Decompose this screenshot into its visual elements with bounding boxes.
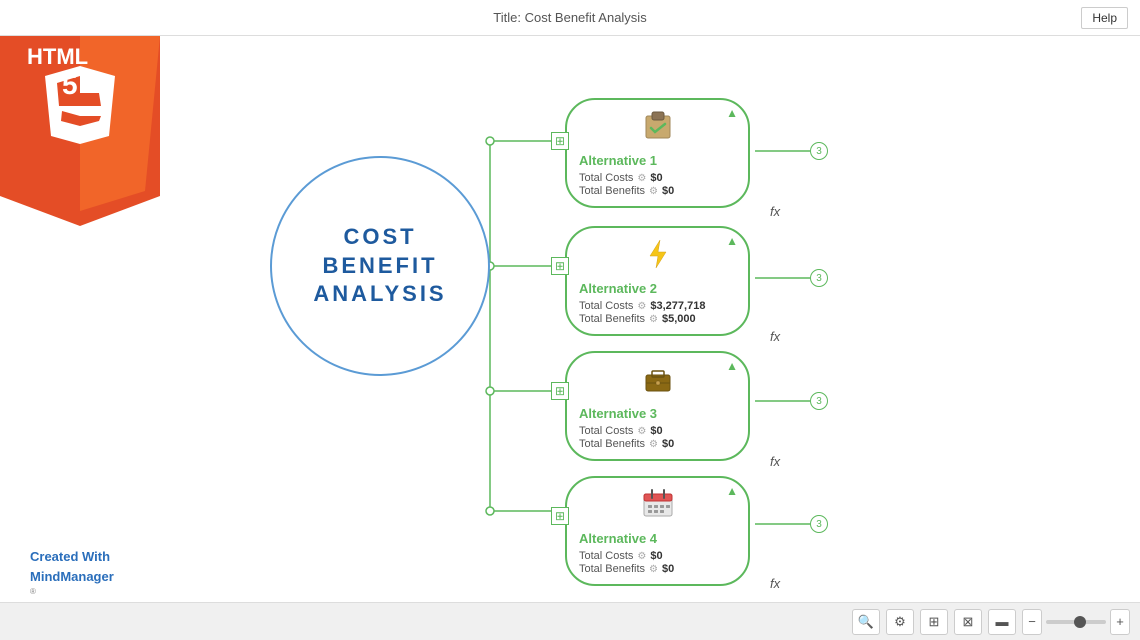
alt4-icon	[579, 486, 736, 529]
created-with-label: Created With	[30, 547, 114, 567]
toolbar: 🔍 ⚙ ⊞ ⊠ ▬ − +	[0, 602, 1140, 640]
alt1-costs-row: Total Costs ⚙ $0	[579, 172, 736, 184]
alt1-fx: fx	[770, 204, 780, 219]
alt4-fx: fx	[770, 576, 780, 591]
slider-track[interactable]	[1046, 620, 1106, 624]
alt3-benefits-label: Total Benefits	[579, 438, 645, 450]
svg-text:HTML: HTML	[27, 44, 88, 69]
alt-node-2[interactable]: ▲ Alternative 2 Total Costs ⚙ $3,277,718…	[565, 226, 750, 336]
alt4-benefits-row: Total Benefits ⚙ $0	[579, 563, 736, 575]
alt1-costs-label: Total Costs	[579, 172, 633, 184]
alt3-arrow: ▲	[726, 359, 738, 373]
central-text: COST BENEFIT ANALYSIS	[313, 223, 446, 309]
alt2-costs-row: Total Costs ⚙ $3,277,718	[579, 300, 736, 312]
alt4-costs-row: Total Costs ⚙ $0	[579, 550, 736, 562]
alt3-icon	[579, 361, 736, 404]
settings-button[interactable]: ⚙	[886, 609, 914, 635]
alt3-costs-gear: ⚙	[637, 426, 646, 437]
alt2-expand[interactable]	[551, 257, 569, 275]
mindmanager-label: MindManager®	[30, 567, 114, 599]
created-with: Created With MindManager®	[30, 547, 114, 598]
alt2-costs-value: $3,277,718	[650, 300, 705, 312]
alt4-costs-label: Total Costs	[579, 550, 633, 562]
alt4-expand[interactable]	[551, 507, 569, 525]
alt2-benefits-gear: ⚙	[649, 314, 658, 325]
alt3-costs-label: Total Costs	[579, 425, 633, 437]
alt1-costs-gear: ⚙	[637, 173, 646, 184]
alt4-badge: 3	[810, 515, 828, 533]
alt2-badge: 3	[810, 269, 828, 287]
alt3-costs-row: Total Costs ⚙ $0	[579, 425, 736, 437]
expand-all-button[interactable]: ⊠	[954, 609, 982, 635]
alt1-costs-value: $0	[650, 172, 662, 184]
header-title: Title: Cost Benefit Analysis	[493, 10, 646, 25]
alt-node-1[interactable]: ▲ Alternative 1 Total Costs ⚙ $0 Total B…	[565, 98, 750, 208]
alt2-fx: fx	[770, 329, 780, 344]
alt3-benefits-gear: ⚙	[649, 439, 658, 450]
main-canvas: COST BENEFIT ANALYSIS ▲ Alternative 1 To…	[0, 36, 1140, 602]
grid-button[interactable]: ⊞	[920, 609, 948, 635]
zoom-slider[interactable]: − +	[1022, 609, 1130, 635]
alt3-benefits-value: $0	[662, 438, 674, 450]
alt3-expand[interactable]	[551, 382, 569, 400]
alt3-costs-value: $0	[650, 425, 662, 437]
search-button[interactable]: 🔍	[852, 609, 880, 635]
alt3-fx: fx	[770, 454, 780, 469]
alt4-benefits-gear: ⚙	[649, 564, 658, 575]
zoom-out-button[interactable]: −	[1022, 609, 1042, 635]
header: Title: Cost Benefit Analysis Help	[0, 0, 1140, 36]
svg-text:5: 5	[62, 69, 78, 100]
alt1-benefits-value: $0	[662, 185, 674, 197]
alt1-benefits-row: Total Benefits ⚙ $0	[579, 185, 736, 197]
alt1-icon	[579, 108, 736, 151]
alt4-costs-value: $0	[650, 550, 662, 562]
alt2-benefits-label: Total Benefits	[579, 313, 645, 325]
alt4-benefits-value: $0	[662, 563, 674, 575]
alt1-benefits-label: Total Benefits	[579, 185, 645, 197]
help-button[interactable]: Help	[1081, 7, 1128, 29]
alt2-costs-label: Total Costs	[579, 300, 633, 312]
alt2-title: Alternative 2	[579, 281, 736, 296]
alt2-benefits-row: Total Benefits ⚙ $5,000	[579, 313, 736, 325]
alt3-badge: 3	[810, 392, 828, 410]
alt1-arrow: ▲	[726, 106, 738, 120]
alt2-arrow: ▲	[726, 234, 738, 248]
central-node: COST BENEFIT ANALYSIS	[270, 156, 490, 376]
collapse-button[interactable]: ▬	[988, 609, 1016, 635]
alt2-costs-gear: ⚙	[637, 301, 646, 312]
alt-node-4[interactable]: ▲ Alternative 4 Total Costs ⚙ $0	[565, 476, 750, 586]
alt3-title: Alternative 3	[579, 406, 736, 421]
alt4-benefits-label: Total Benefits	[579, 563, 645, 575]
alt2-benefits-value: $5,000	[662, 313, 696, 325]
alt1-benefits-gear: ⚙	[649, 186, 658, 197]
alt-node-3[interactable]: ▲ Alternative 3 Total Costs ⚙ $0 Total B…	[565, 351, 750, 461]
alt4-arrow: ▲	[726, 484, 738, 498]
alt1-expand[interactable]	[551, 132, 569, 150]
alt1-badge: 3	[810, 142, 828, 160]
alt4-title: Alternative 4	[579, 531, 736, 546]
alt4-costs-gear: ⚙	[637, 551, 646, 562]
alt2-icon	[579, 236, 736, 279]
zoom-in-button[interactable]: +	[1110, 609, 1130, 635]
html5-logo: HTML 5	[0, 36, 160, 226]
slider-thumb	[1074, 616, 1086, 628]
alt1-title: Alternative 1	[579, 153, 736, 168]
alt3-benefits-row: Total Benefits ⚙ $0	[579, 438, 736, 450]
